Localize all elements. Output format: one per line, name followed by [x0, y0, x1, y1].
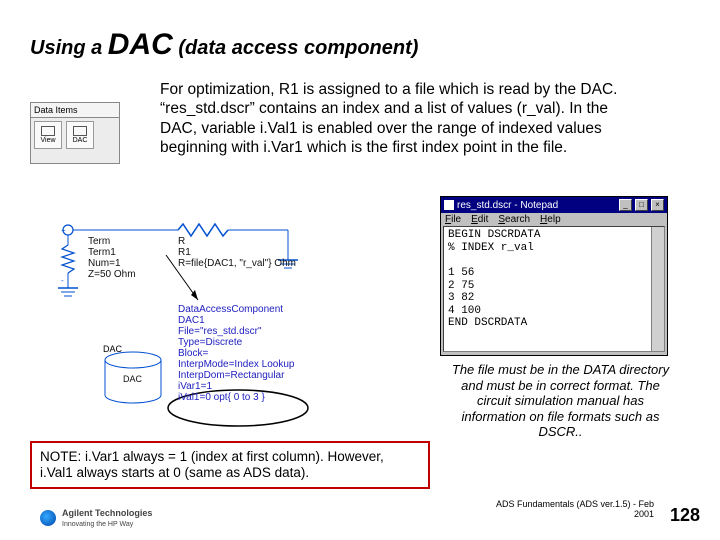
- menu-file[interactable]: FFileile: [445, 214, 461, 225]
- notepad-icon: [444, 200, 454, 210]
- page-number: 128: [670, 505, 700, 526]
- note-box: NOTE: i.Var1 always = 1 (index at first …: [30, 441, 430, 489]
- palette-item-view[interactable]: View: [34, 121, 62, 149]
- intro-paragraph: For optimization, R1 is assigned to a fi…: [160, 80, 630, 158]
- title-pre: Using a: [30, 37, 108, 59]
- notepad-title: res_std.dscr - Notepad: [457, 200, 616, 211]
- dac-caption: DAC: [103, 345, 122, 355]
- menu-search[interactable]: Search: [498, 214, 530, 225]
- palette-item-dac[interactable]: DAC: [66, 121, 94, 149]
- notepad-menubar: FFileile Edit Search Help: [441, 213, 667, 226]
- scrollbar[interactable]: [651, 227, 664, 351]
- notepad-textarea[interactable]: BEGIN DSCRDATA % INDEX r_val 1 56 2 75 3…: [443, 226, 665, 352]
- svg-text:+: +: [61, 226, 66, 235]
- agilent-logo-icon: [40, 510, 56, 526]
- palette-data-items: Data Items View DAC: [30, 102, 120, 164]
- notepad-titlebar[interactable]: res_std.dscr - Notepad _ □ ×: [441, 197, 667, 213]
- menu-edit[interactable]: Edit: [471, 214, 488, 225]
- dac-params: DataAccessComponent DAC1 File="res_std.d…: [178, 304, 294, 403]
- side-note: The file must be in the DATA directory a…: [448, 362, 673, 440]
- footer-meta: ADS Fundamentals (ADS ver.1.5) - Feb 200…: [494, 500, 654, 520]
- footer-brand: Agilent TechnologiesInnovating the HP Wa…: [62, 508, 152, 528]
- minimize-button[interactable]: _: [619, 199, 632, 211]
- maximize-button[interactable]: □: [635, 199, 648, 211]
- term-label: Term Term1 Num=1 Z=50 Ohm: [88, 236, 136, 280]
- svg-text:-: -: [61, 276, 64, 285]
- notepad-window: res_std.dscr - Notepad _ □ × FFileile Ed…: [440, 196, 668, 356]
- close-button[interactable]: ×: [651, 199, 664, 211]
- slide-title: Using a DAC (data access component): [30, 28, 418, 62]
- title-post: (data access component): [173, 37, 419, 59]
- menu-help[interactable]: Help: [540, 214, 561, 225]
- dac-symbol-label: DAC: [123, 375, 142, 385]
- schematic-diagram: + - Term Term1 Num=1 Z=50 Ohm R R1 R=fil…: [28, 200, 428, 440]
- resistor-label: R R1 R=file{DAC1, "r_val"} Ohm: [178, 236, 296, 269]
- title-big: DAC: [108, 28, 173, 61]
- palette-header: Data Items: [31, 103, 119, 118]
